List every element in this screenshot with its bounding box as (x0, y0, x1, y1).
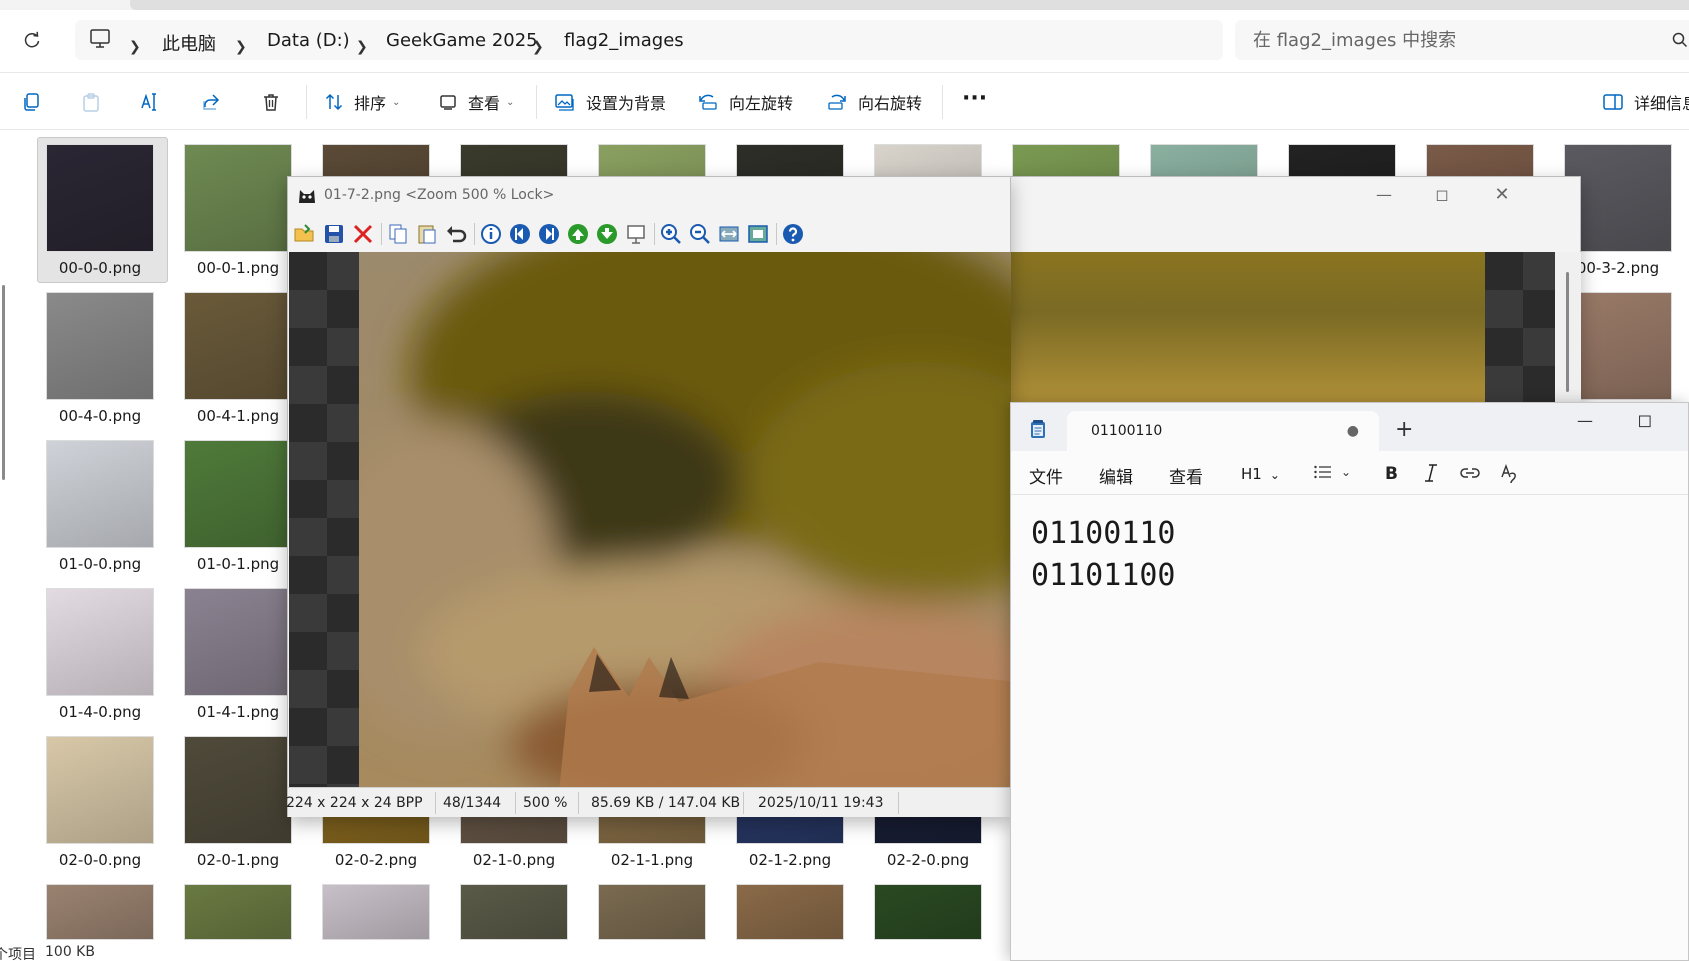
next-icon[interactable] (536, 222, 562, 246)
file-name-label[interactable]: 01-0-0.png (30, 555, 170, 573)
up-icon[interactable] (565, 222, 591, 246)
menu-file[interactable]: 文件 (1029, 463, 1063, 488)
file-size: 85.69 KB / 147.04 KB (591, 795, 741, 811)
fit-width-icon[interactable] (716, 222, 742, 246)
minimize-icon[interactable]: — (1361, 179, 1407, 209)
file-thumbnail[interactable] (46, 736, 154, 844)
viewer-image-part (1011, 252, 1485, 402)
file-date: 2025/10/11 19:43 (758, 795, 884, 811)
delete-icon[interactable] (350, 222, 376, 246)
file-thumbnail[interactable] (736, 884, 844, 940)
notepad-tab-bar: 01100110 ● + — ◻ (1011, 403, 1688, 451)
menu-edit[interactable]: 编辑 (1099, 463, 1133, 488)
link-icon[interactable] (1459, 464, 1481, 482)
down-icon[interactable] (594, 222, 620, 246)
heading-dropdown[interactable]: H1 ⌄ (1241, 465, 1280, 483)
file-name-label[interactable]: 01-4-0.png (30, 703, 170, 721)
notepad-tab[interactable]: 01100110 ● (1067, 411, 1379, 451)
toolbar-divider (381, 223, 382, 245)
file-thumbnail[interactable] (46, 144, 154, 252)
unsaved-dot-icon[interactable]: ● (1347, 423, 1359, 439)
file-name-label[interactable]: 00-0-0.png (30, 259, 170, 277)
file-thumbnail[interactable] (184, 440, 292, 548)
list-dropdown[interactable]: ⌄ (1313, 464, 1351, 480)
file-thumbnail[interactable] (460, 884, 568, 940)
zoomed-fox-image (359, 252, 1011, 787)
image-dimensions: 224 x 224 x 24 BPP (286, 795, 423, 811)
copy-icon[interactable] (385, 222, 411, 246)
file-thumbnail[interactable] (46, 440, 154, 548)
fit-window-icon[interactable] (745, 222, 771, 246)
help-icon[interactable] (780, 222, 806, 246)
viewer-status-bar: 224 x 224 x 24 BPP 48/1344 500 % 85.69 K… (286, 787, 1010, 817)
info-icon[interactable] (478, 222, 504, 246)
status-item-count: 个项目 (0, 947, 36, 961)
file-name-label[interactable]: 02-0-1.png (168, 851, 308, 869)
desktop: ❯ 此电脑 ❯ Data (D:) ❯ GeekGame 2025 ❯ flag… (0, 0, 1689, 961)
zoom-in-icon[interactable] (658, 222, 684, 246)
menu-view[interactable]: 查看 (1169, 463, 1203, 488)
transparency-checker-left (289, 252, 359, 787)
file-thumbnail[interactable] (184, 884, 292, 940)
heading-label: H1 (1241, 465, 1262, 483)
file-name-label[interactable]: 00-4-0.png (30, 407, 170, 425)
paste-icon[interactable] (414, 222, 440, 246)
image-viewer-window-right: ◻ ✕ — (1011, 176, 1581, 402)
chevron-down-icon: ⌄ (1269, 468, 1280, 482)
notepad-icon (1029, 419, 1047, 439)
file-name-label[interactable]: 02-1-0.png (444, 851, 584, 869)
undo-icon[interactable] (443, 222, 469, 246)
viewer-scrollbar[interactable] (1555, 252, 1581, 402)
status-size: 100 KB (45, 944, 95, 960)
svg-text:B: B (1385, 464, 1398, 484)
previous-icon[interactable] (507, 222, 533, 246)
open-icon[interactable] (292, 222, 318, 246)
spellcheck-icon[interactable] (1499, 462, 1521, 484)
file-thumbnail[interactable] (184, 736, 292, 844)
zoom-level: 500 % (523, 795, 568, 811)
toolbar-divider (776, 223, 777, 245)
image-index: 48/1344 (443, 795, 502, 811)
slideshow-icon[interactable] (623, 222, 649, 246)
file-thumbnail[interactable] (874, 884, 982, 940)
notepad-tab-title: 01100110 (1091, 423, 1163, 439)
minimize-icon[interactable]: — (1562, 405, 1608, 435)
viewer-title: 01-7-2.png <Zoom 500 % Lock> (324, 187, 555, 203)
list-icon (1313, 464, 1333, 480)
file-thumbnail[interactable] (184, 144, 292, 252)
irfanview-logo-icon (296, 185, 318, 207)
maximize-icon[interactable]: ◻ (1622, 405, 1668, 435)
file-thumbnail[interactable] (46, 884, 154, 940)
file-name-label[interactable]: 02-1-2.png (720, 851, 860, 869)
image-viewer-window: 01-7-2.png <Zoom 500 % Lock> 224 x 224 x… (286, 176, 1011, 817)
notepad-text-area[interactable]: 01100110 01101100 (1031, 513, 1176, 597)
bold-icon[interactable]: B (1381, 462, 1401, 484)
file-name-label[interactable]: 02-0-2.png (306, 851, 446, 869)
italic-icon[interactable] (1421, 462, 1441, 484)
maximize-icon[interactable]: ◻ (1419, 179, 1465, 209)
file-name-label[interactable]: 02-1-1.png (582, 851, 722, 869)
toolbar-divider (654, 223, 655, 245)
notepad-menu-bar: 文件 编辑 查看 H1 ⌄ ⌄ B (1011, 451, 1688, 495)
file-thumbnail[interactable] (322, 884, 430, 940)
zoom-out-icon[interactable] (687, 222, 713, 246)
file-thumbnail[interactable] (184, 292, 292, 400)
file-name-label[interactable]: 02-0-0.png (30, 851, 170, 869)
close-icon[interactable]: ✕ (1479, 179, 1525, 209)
notepad-window: 01100110 ● + — ◻ 文件 编辑 查看 H1 ⌄ ⌄ B 011001… (1010, 402, 1689, 961)
chevron-down-icon: ⌄ (1341, 465, 1352, 479)
toolbar-divider (474, 223, 475, 245)
viewer-toolbar (288, 217, 1010, 251)
viewer-canvas[interactable] (289, 252, 1011, 787)
file-name-label[interactable]: 02-2-0.png (858, 851, 998, 869)
save-icon[interactable] (321, 222, 347, 246)
file-thumbnail[interactable] (598, 884, 706, 940)
viewer-checker-right (1485, 252, 1555, 402)
fox-photo-illustration (359, 252, 1011, 787)
file-thumbnail[interactable] (184, 588, 292, 696)
file-thumbnail[interactable] (46, 292, 154, 400)
file-thumbnail[interactable] (46, 588, 154, 696)
new-tab-plus-icon[interactable]: + (1395, 417, 1413, 442)
